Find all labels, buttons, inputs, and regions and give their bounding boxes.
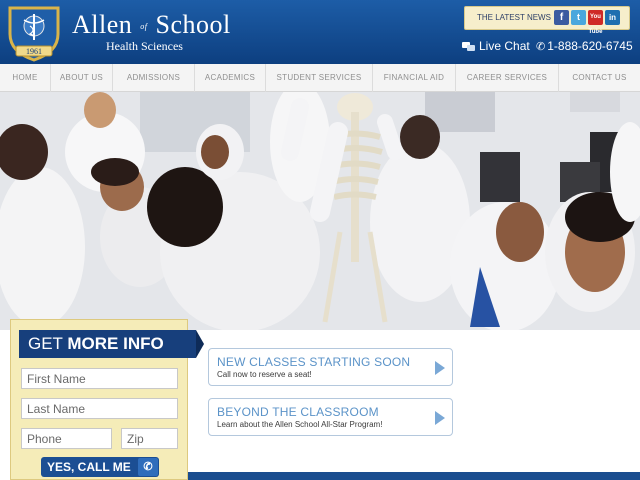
phone-number: 1-888-620-6745 — [547, 39, 633, 53]
phone-icon: ✆ — [138, 458, 158, 476]
main-nav: HOME ABOUT US ADMISSIONS ACADEMICS STUDE… — [0, 64, 640, 92]
form-title-light: GET — [28, 334, 68, 353]
call-me-button[interactable]: YES, CALL ME ✆ — [41, 457, 159, 477]
brand-name-first: Allen — [72, 10, 133, 39]
call-me-label: YES, CALL ME — [47, 460, 131, 474]
latest-news-label[interactable]: THE LATEST NEWS — [477, 13, 551, 22]
brand-name-second: School — [155, 10, 231, 39]
promo-new-classes[interactable]: NEW CLASSES STARTING SOON Call now to re… — [208, 348, 453, 386]
brand-of: of — [140, 22, 148, 32]
twitter-icon[interactable]: t — [571, 10, 586, 25]
chevron-right-icon — [435, 411, 445, 425]
zip-field[interactable] — [121, 428, 178, 449]
more-info-form: GET MORE INFO YES, CALL ME ✆ — [10, 319, 204, 480]
promo-title: NEW CLASSES STARTING SOON — [217, 355, 411, 369]
nav-item-career-services[interactable]: CAREER SERVICES — [456, 64, 559, 92]
page: 1961 Allen of School Health Sciences THE… — [0, 0, 640, 480]
promo-subtitle: Call now to reserve a seat! — [217, 370, 312, 379]
linkedin-icon[interactable]: in — [605, 10, 620, 25]
form-title: GET MORE INFO — [19, 330, 196, 358]
nav-item-contact-us[interactable]: CONTACT US — [559, 64, 640, 92]
brand-subtitle: Health Sciences — [106, 39, 183, 54]
hero-photo — [0, 92, 640, 330]
last-name-field[interactable] — [21, 398, 178, 419]
nav-item-student-services[interactable]: STUDENT SERVICES — [266, 64, 373, 92]
site-header: 1961 Allen of School Health Sciences THE… — [0, 0, 640, 64]
hero-classroom-illustration — [0, 92, 640, 330]
facebook-icon[interactable]: f — [554, 10, 569, 25]
youtube-icon[interactable]: You Tube — [588, 10, 603, 35]
nav-item-financial-aid[interactable]: FINANCIAL AID — [373, 64, 456, 92]
live-chat-link[interactable]: Live Chat — [462, 39, 530, 53]
form-title-bold: MORE INFO — [67, 334, 164, 353]
promo-subtitle: Learn about the Allen School All-Star Pr… — [217, 420, 383, 429]
nav-item-admissions[interactable]: ADMISSIONS — [113, 64, 195, 92]
logo-year: 1961 — [26, 47, 42, 56]
chevron-right-icon — [435, 361, 445, 375]
latest-news-box: THE LATEST NEWS f t You Tube in — [464, 6, 630, 35]
nav-item-academics[interactable]: ACADEMICS — [195, 64, 266, 92]
phone-field[interactable] — [21, 428, 112, 449]
chat-icon — [462, 42, 475, 51]
promo-title: BEYOND THE CLASSROOM — [217, 405, 379, 419]
promo-beyond-classroom[interactable]: BEYOND THE CLASSROOM Learn about the All… — [208, 398, 453, 436]
first-name-field[interactable] — [21, 368, 178, 389]
footer-bar — [188, 472, 640, 480]
nav-item-about-us[interactable]: ABOUT US — [51, 64, 113, 92]
phone-link[interactable]: ✆ 1-888-620-6745 — [536, 39, 633, 53]
live-chat-label: Live Chat — [479, 39, 530, 53]
school-logo[interactable]: 1961 — [6, 4, 62, 62]
brand-wordmark[interactable]: Allen of School Health Sciences — [72, 10, 231, 54]
form-title-ribbon-tab — [196, 330, 204, 358]
nav-item-home[interactable]: HOME — [0, 64, 51, 92]
phone-icon: ✆ — [536, 41, 546, 53]
